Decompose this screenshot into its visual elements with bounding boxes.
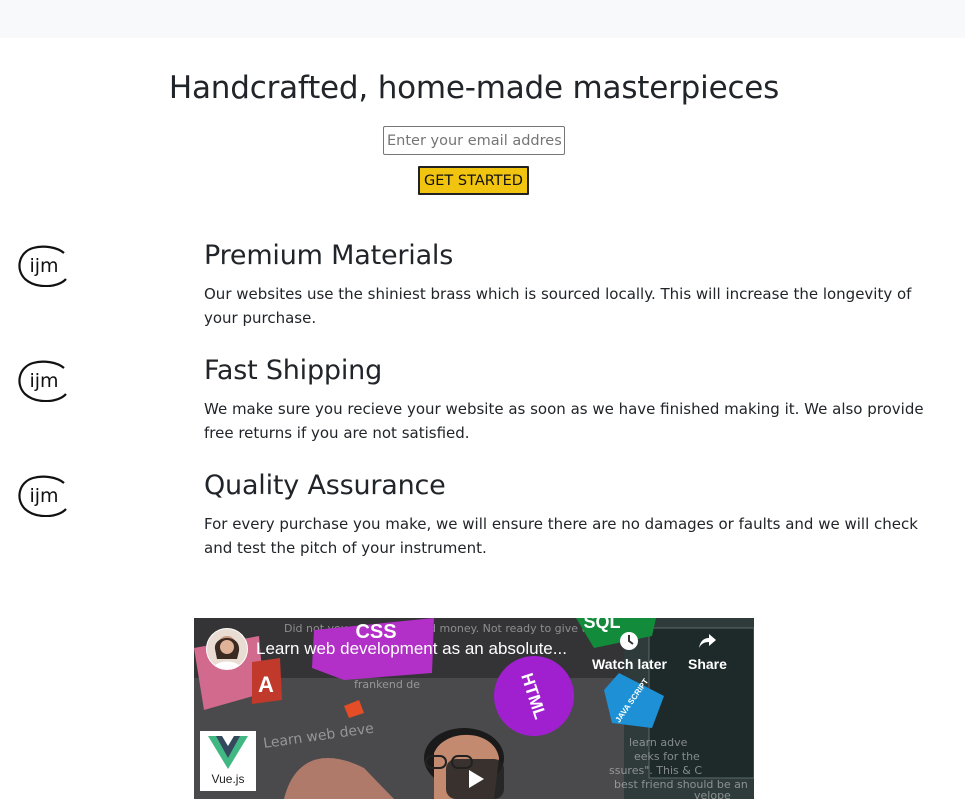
svg-text:ijm: ijm (29, 255, 58, 277)
email-input[interactable] (383, 126, 565, 155)
share-label: Share (688, 656, 727, 672)
angular-icon: A (258, 672, 274, 697)
feature-premium-materials: ijm Premium Materials Our websites use t… (0, 240, 965, 350)
share-icon (699, 634, 717, 648)
hero-title: Handcrafted, home-made masterpieces (168, 70, 780, 106)
ijm-logo-icon: ijm (18, 360, 67, 402)
thumbnail-text: learn adve (629, 736, 688, 749)
watch-later-button[interactable]: Watch later (592, 630, 667, 672)
youtube-video-embed[interactable]: Did not you d money. Not ready to give u… (194, 618, 754, 799)
feature-fast-shipping: ijm Fast Shipping We make sure you recie… (0, 355, 965, 465)
feature-description: We make sure you recieve your website as… (204, 400, 924, 442)
feature-description: For every purchase you make, we will ens… (204, 515, 918, 557)
share-button[interactable]: Share (688, 630, 727, 672)
top-navbar (0, 0, 965, 38)
clock-icon (620, 632, 639, 650)
feature-title: Premium Materials (204, 240, 454, 271)
play-icon (469, 770, 484, 788)
thumbnail-text: velope (694, 789, 731, 799)
feature-quality-assurance: ijm Quality Assurance For every purchase… (0, 470, 965, 580)
play-button[interactable] (446, 759, 504, 799)
vue-label: Vue.js (211, 772, 245, 786)
ijm-logo-icon: ijm (18, 245, 67, 287)
get-started-button[interactable]: GET STARTED (418, 166, 529, 195)
feature-title: Fast Shipping (204, 355, 383, 386)
thumbnail-text: d money. Not ready to give up (429, 622, 595, 635)
feature-title: Quality Assurance (204, 470, 446, 501)
svg-text:ijm: ijm (29, 370, 58, 392)
svg-text:ijm: ijm (29, 485, 58, 507)
channel-avatar[interactable] (206, 628, 248, 670)
thumbnail-text: ssures". This & C (609, 764, 702, 777)
vue-logo: Vue.js (200, 731, 256, 791)
thumbnail-text: frankend de (354, 678, 420, 691)
watch-later-label: Watch later (592, 656, 667, 672)
thumbnail-text: eeks for the (634, 750, 700, 763)
vue-icon (208, 736, 248, 769)
video-title[interactable]: Learn web development as an absolute... (256, 639, 567, 659)
feature-description: Our websites use the shiniest brass whic… (204, 285, 912, 327)
ijm-logo-icon: ijm (18, 475, 67, 517)
